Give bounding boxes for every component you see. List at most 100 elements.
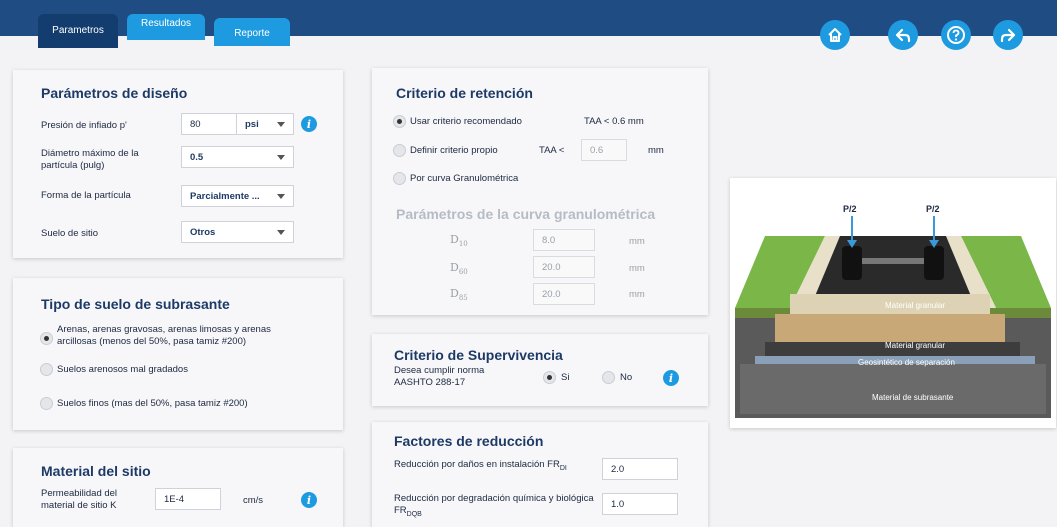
suelo-label: Suelo de sitio	[41, 228, 99, 239]
criterio-opt1-label: Usar criterio recomendado	[410, 116, 522, 127]
supervivencia-si-label: Si	[561, 372, 570, 383]
factores-card: Factores de reducción Reducción por daño…	[372, 422, 708, 527]
p-right-label: P/2	[926, 204, 940, 214]
factores-title: Factores de reducción	[394, 433, 544, 449]
tipo-suelo-option-1: Suelos arenosos mal gradados	[57, 364, 188, 375]
permeabilidad-label: Permeabilidad del material de sitio K	[41, 488, 118, 511]
layer1-label: Material granular	[885, 301, 945, 310]
material-sitio-title: Material del sitio	[41, 463, 151, 479]
d85-letter: D	[450, 287, 459, 300]
tipo-suelo-card: Tipo de suelo de subrasante Arenas, aren…	[13, 278, 343, 430]
fr-dqb-text: Reducción por degradación química y biol…	[394, 493, 594, 516]
parametros-diseno-title: Parámetros de diseño	[41, 85, 188, 101]
d10-label: D10	[450, 234, 468, 250]
criterio-propio-input[interactable]: 0.6	[581, 139, 627, 161]
criterio-retencion-title: Criterio de retención	[396, 85, 533, 101]
presion-unit-value: psi	[245, 118, 259, 130]
d60-sub: 60	[458, 268, 468, 277]
tab-parametros[interactable]: Parametros	[38, 14, 118, 48]
chevron-down-icon	[277, 194, 285, 199]
d10-letter: D	[450, 233, 459, 246]
d10-sub: 10	[458, 240, 468, 249]
axle	[862, 258, 924, 264]
presion-unit-select[interactable]: psi	[236, 113, 294, 135]
fr-di-label: Reducción por daños en instalación FRDI	[394, 459, 604, 475]
tipo-suelo-option-0: Arenas, arenas gravosas, arenas limosas …	[57, 324, 271, 347]
criterio-opt2-prefix: TAA <	[539, 145, 565, 156]
supervivencia-no-label: No	[620, 372, 633, 383]
layer4-label: Material de subrasante	[872, 393, 954, 402]
tipo-suelo-radio-1[interactable]	[40, 363, 53, 376]
supervivencia-radio-no[interactable]	[602, 371, 615, 384]
permeabilidad-unit: cm/s	[243, 495, 264, 506]
diametro-value: 0.5	[190, 151, 204, 163]
forma-select[interactable]: Parcialmente ...	[181, 185, 294, 207]
fr-di-input[interactable]: 2.0	[602, 458, 678, 480]
info-icon[interactable]: i	[301, 116, 317, 132]
forward-icon	[1000, 28, 1016, 43]
layer3-label: Geosintético de separación	[858, 358, 955, 367]
criterio-radio-curva[interactable]	[393, 172, 406, 185]
suelo-value: Otros	[190, 226, 216, 238]
diagram-card: P/2 P/2 Material granular Material granu…	[730, 178, 1056, 428]
criterio-opt1-note: TAA < 0.6 mm	[584, 116, 644, 127]
forward-button[interactable]	[993, 20, 1023, 50]
tipo-suelo-radio-0[interactable]	[40, 332, 53, 345]
tipo-suelo-option-2: Suelos finos (mas del 50%, pasa tamiz #2…	[57, 398, 248, 409]
supervivencia-radio-si[interactable]	[543, 371, 556, 384]
tab-reporte[interactable]: Reporte	[214, 18, 290, 46]
suelo-select[interactable]: Otros	[181, 221, 294, 243]
p-left-label: P/2	[843, 204, 857, 214]
supervivencia-label: Desea cumplir norma AASHTO 288-17	[394, 365, 485, 388]
d10-input[interactable]: 8.0	[533, 229, 595, 251]
d85-label: D85	[450, 288, 468, 304]
home-icon	[828, 28, 842, 42]
d60-input[interactable]: 20.0	[533, 256, 595, 278]
criterio-radio-propio[interactable]	[393, 144, 406, 157]
criterio-retencion-card: Criterio de retención Usar criterio reco…	[372, 68, 708, 315]
criterio-opt2-label: Definir criterio propio	[410, 145, 498, 156]
diametro-label: Diámetro máximo de la partícula (pulg)	[41, 148, 139, 171]
curva-title: Parámetros de la curva granulométrica	[396, 206, 656, 222]
help-button[interactable]	[941, 20, 971, 50]
d60-letter: D	[450, 261, 459, 274]
criterio-radio-recomendado[interactable]	[393, 115, 406, 128]
layer-subgrade	[740, 364, 1046, 414]
help-icon	[947, 26, 965, 44]
supervivencia-title: Criterio de Supervivencia	[394, 347, 563, 363]
d85-input[interactable]: 20.0	[533, 283, 595, 305]
forma-label: Forma de la partícula	[41, 190, 131, 201]
permeabilidad-input[interactable]: 1E-4	[155, 488, 221, 510]
diametro-select[interactable]: 0.5	[181, 146, 294, 168]
parametros-diseno-card: Parámetros de diseño Presión de infiado …	[13, 70, 343, 258]
fr-dqb-label: Reducción por degradación química y biol…	[394, 493, 594, 521]
layer2-label: Material granular	[885, 341, 945, 350]
forma-value: Parcialmente ...	[190, 190, 260, 202]
material-sitio-card: Material del sitio Permeabilidad del mat…	[13, 448, 343, 527]
presion-label: Presión de infiado p'	[41, 120, 127, 131]
home-button[interactable]	[820, 20, 850, 50]
tipo-suelo-radio-2[interactable]	[40, 397, 53, 410]
supervivencia-card: Criterio de Supervivencia Desea cumplir …	[372, 334, 708, 406]
back-button[interactable]	[888, 20, 918, 50]
d85-unit: mm	[629, 289, 645, 300]
layer-granular-2	[775, 314, 1005, 342]
chevron-down-icon	[277, 230, 285, 235]
fr-dqb-sub: DQB	[406, 510, 422, 518]
criterio-opt3-label: Por curva Granulométrica	[410, 173, 519, 184]
fr-di-text: Reducción por daños en instalación FR	[394, 459, 560, 470]
info-icon[interactable]: i	[301, 492, 317, 508]
info-icon[interactable]: i	[663, 370, 679, 386]
d60-unit: mm	[629, 263, 645, 274]
presion-input[interactable]: 80	[181, 113, 237, 135]
tab-resultados[interactable]: Resultados	[127, 14, 205, 40]
chevron-down-icon	[277, 122, 285, 127]
tipo-suelo-title: Tipo de suelo de subrasante	[41, 296, 230, 312]
wheel-left	[842, 246, 862, 280]
d10-unit: mm	[629, 236, 645, 247]
back-icon	[895, 28, 911, 43]
chevron-down-icon	[277, 155, 285, 160]
fr-dqb-input[interactable]: 1.0	[602, 493, 678, 515]
pavement-diagram: P/2 P/2 Material granular Material granu…	[730, 178, 1056, 428]
d85-sub: 85	[458, 294, 468, 303]
